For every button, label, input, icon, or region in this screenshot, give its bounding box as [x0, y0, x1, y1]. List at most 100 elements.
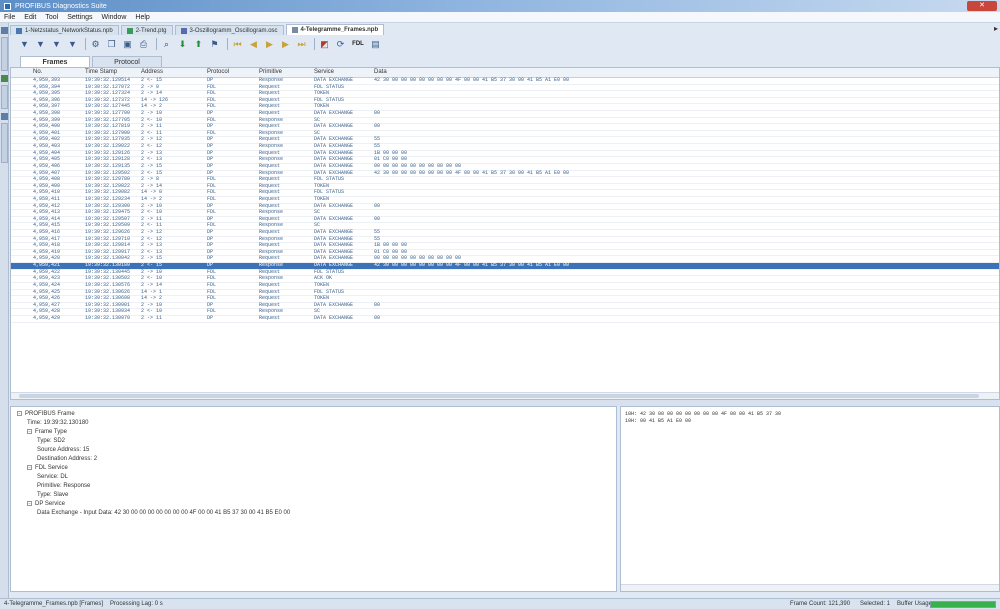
- side-tab[interactable]: [1, 123, 8, 163]
- status-frame-count: Frame Count: 121,390: [790, 601, 851, 607]
- tree-node[interactable]: Primitive: Response: [37, 483, 90, 489]
- title-bar: PROFIBUS Diagnostics Suite ✕: [0, 0, 1000, 12]
- panel-icon[interactable]: [1, 27, 8, 34]
- toolbar-separator: [314, 38, 315, 50]
- table-cell: 4,959,429: [33, 314, 61, 321]
- side-tab[interactable]: [1, 37, 8, 71]
- doc-tab-4[interactable]: 4-Telegramme_Frames.npb: [285, 24, 385, 35]
- scrollbar-thumb[interactable]: [19, 394, 979, 398]
- menu-window[interactable]: Window: [101, 14, 126, 21]
- table-cell: 00: [374, 301, 381, 308]
- panel-icon[interactable]: [1, 75, 8, 82]
- filter-icon[interactable]: ▼: [18, 38, 31, 51]
- toolbar: ▼ ▼ ▼ ▼ ⚙ ❐ ▣ ⎙ ⌕ ⬇ ⬆ ⚑ ⏮ ◀ ▶ ▶ ⏭ ◩ ⟳ FDL ▤: [18, 36, 418, 52]
- doc-tab-label: 3-Oszillogramm_Oscillogram.osc: [189, 27, 278, 34]
- tree-node[interactable]: − FDL Service: [27, 465, 68, 471]
- column-header-no[interactable]: No.: [33, 69, 42, 75]
- menu-tool[interactable]: Tool: [45, 14, 58, 21]
- frames-horizontal-scrollbar[interactable]: [11, 392, 999, 399]
- copy-icon[interactable]: ❐: [105, 38, 118, 51]
- up-icon[interactable]: ⬆: [192, 38, 205, 51]
- tree-node-label: Primitive: Response: [37, 483, 91, 489]
- down-icon[interactable]: ⬇: [176, 38, 189, 51]
- tree-node[interactable]: Type: Slave: [37, 492, 68, 498]
- status-selected: Selected: 1: [860, 601, 891, 607]
- column-header-primitive[interactable]: Primitive: [259, 69, 282, 75]
- tab-frames[interactable]: Frames: [20, 56, 90, 67]
- frame-detail-tree: − PROFIBUS Frame Time: 19:39:32.130180 − Fra…: [10, 406, 617, 592]
- collapse-icon[interactable]: −: [17, 411, 22, 416]
- table-cell: 00: [374, 215, 381, 222]
- tree-node-label: Destination Address: 2: [37, 456, 98, 462]
- tab-list-icon[interactable]: ▸: [994, 24, 998, 33]
- filter3-icon[interactable]: ▼: [50, 38, 63, 51]
- status-file: 4-Telegramme_Frames.npb [Frames]: [4, 601, 104, 607]
- tree-node[interactable]: Destination Address: 2: [37, 456, 97, 462]
- menu-edit[interactable]: Edit: [24, 14, 36, 21]
- table-cell: DATA EXCHANGE: [314, 314, 354, 321]
- table-cell: 42 30 00 00 00 00 00 00 00 4F 00 00 41 B…: [374, 262, 570, 269]
- first-icon[interactable]: ⏮: [231, 38, 244, 51]
- tree-node[interactable]: Time: 19:39:32.130180: [27, 420, 89, 426]
- toolbar-separator: [156, 38, 157, 50]
- filter4-icon[interactable]: ▼: [66, 38, 79, 51]
- play-icon[interactable]: ▶: [263, 38, 276, 51]
- hex-line: 10H: 42 30 00 00 00 00 00 00 00 4F 00 00…: [625, 411, 782, 417]
- fdl-icon[interactable]: FDL: [350, 38, 366, 51]
- print-icon[interactable]: ⎙: [137, 38, 150, 51]
- tree-node-label: Source Address: 15: [37, 447, 90, 453]
- tree-node[interactable]: Source Address: 15: [37, 447, 89, 453]
- document-icon: [16, 27, 22, 34]
- window-close-button[interactable]: ✕: [967, 1, 997, 11]
- tree-node[interactable]: − PROFIBUS Frame: [17, 411, 75, 417]
- document-icon: [291, 27, 298, 33]
- column-header-time-stamp[interactable]: Time Stamp: [85, 69, 117, 75]
- column-header-protocol[interactable]: Protocol: [207, 69, 229, 75]
- menu-settings[interactable]: Settings: [67, 14, 92, 21]
- column-header-address[interactable]: Address: [141, 69, 163, 75]
- status-bar: 4-Telegramme_Frames.npb [Frames] Process…: [0, 598, 1000, 609]
- tree-node[interactable]: − Frame Type: [27, 429, 67, 435]
- panel-icon[interactable]: [1, 113, 8, 120]
- side-tab[interactable]: [1, 85, 8, 109]
- doc-tab-1[interactable]: 1-Netzstatus_NetworkStatus.npb: [10, 25, 119, 35]
- next-icon[interactable]: ▶: [279, 38, 292, 51]
- filter2-icon[interactable]: ▼: [34, 38, 47, 51]
- marker-icon[interactable]: ⚑: [208, 38, 221, 51]
- tree-node[interactable]: Type: SD2: [37, 438, 65, 444]
- hex-horizontal-scrollbar[interactable]: [621, 584, 999, 591]
- toolbar-separator: [85, 38, 86, 50]
- collapse-icon[interactable]: −: [27, 429, 32, 434]
- menu-help[interactable]: Help: [135, 14, 149, 21]
- prev-icon[interactable]: ◀: [247, 38, 260, 51]
- tree-node[interactable]: Service: DL: [37, 474, 68, 480]
- frames-table: No. Time Stamp Address Protocol Primitive Ser…: [10, 67, 1000, 400]
- collapse-icon[interactable]: −: [27, 465, 32, 470]
- table-row[interactable]: 4,959,429 19:39:32.130970 2 -> 11 DP Request…: [11, 314, 999, 323]
- last-icon[interactable]: ⏭: [295, 38, 308, 51]
- table-row[interactable]: 4,959,407 19:39:32.129502 2 <- 15 DP Respons…: [11, 170, 999, 178]
- tree-node-label: DP Service: [35, 501, 65, 508]
- collapse-icon[interactable]: −: [27, 501, 32, 506]
- toolbar-separator: [227, 38, 228, 50]
- save-icon[interactable]: ▣: [121, 38, 134, 51]
- tree-node[interactable]: − DP Service: [27, 501, 65, 507]
- doc-tab-3[interactable]: 3-Oszillogramm_Oscillogram.osc: [174, 25, 284, 35]
- status-buffer-label: Buffer Usage:: [897, 601, 934, 607]
- table-cell: 00: [374, 123, 381, 130]
- capture-icon[interactable]: ◩: [318, 38, 331, 51]
- export-icon[interactable]: ▤: [369, 38, 382, 51]
- tab-protocol[interactable]: Protocol: [92, 56, 162, 67]
- tree-node[interactable]: Data Exchange - Input Data: 42 30 00 00 …: [37, 510, 290, 516]
- table-cell: 2 -> 11: [141, 314, 163, 321]
- column-header-service[interactable]: Service: [314, 69, 334, 75]
- menu-file[interactable]: File: [4, 14, 15, 21]
- refresh-icon[interactable]: ⟳: [334, 38, 347, 51]
- doc-tab-2[interactable]: 2-Trend.ptg: [120, 25, 173, 35]
- settings-icon[interactable]: ⚙: [89, 38, 102, 51]
- column-header-data[interactable]: Data: [374, 69, 387, 75]
- table-cell: 19:39:32.130970: [85, 314, 131, 321]
- table-row[interactable]: 4,959,393 19:39:32.129514 2 <- 15 DP Respons…: [11, 77, 999, 85]
- buffer-usage-bar: [930, 601, 996, 608]
- find-icon[interactable]: ⌕: [160, 38, 173, 51]
